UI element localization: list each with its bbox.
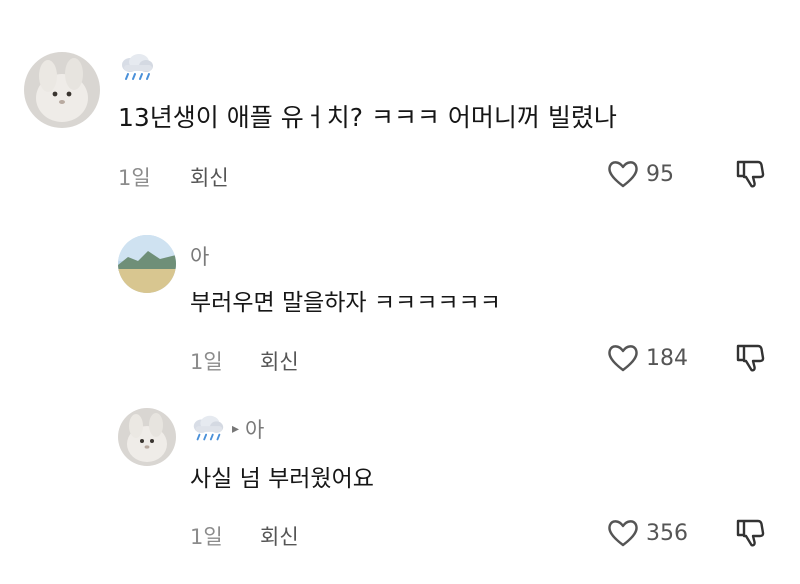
comment-username[interactable] (118, 54, 156, 82)
comment-username[interactable]: 아 (190, 241, 209, 271)
like-count: 184 (646, 345, 688, 371)
reply-to-username[interactable]: 아 (245, 414, 264, 444)
rain-cloud-icon (118, 54, 156, 82)
plush-bunny-avatar-image (118, 408, 176, 466)
dislike-button[interactable] (734, 158, 766, 190)
avatar[interactable] (118, 235, 176, 293)
dislike-button[interactable] (734, 342, 766, 374)
like-button[interactable]: 95 (606, 159, 674, 189)
landscape-avatar-image (118, 235, 176, 293)
comment-text: 13년생이 애플 유ㅓ치? ㅋㅋㅋ 어머니꺼 빌렸나 (118, 103, 617, 132)
comment-age: 1일 (118, 166, 151, 190)
rain-cloud-icon (190, 415, 226, 443)
like-button[interactable]: 184 (606, 343, 688, 373)
heart-outline-icon (606, 159, 640, 189)
comment-username[interactable]: ▸ 아 (190, 414, 264, 444)
avatar[interactable] (118, 408, 176, 466)
reply-button[interactable]: 회신 (190, 162, 229, 192)
plush-bunny-avatar-image (24, 52, 100, 128)
reply-button[interactable]: 회신 (260, 521, 299, 551)
thumbs-down-icon (734, 517, 766, 549)
comment-text: 사실 넘 부러웠어요 (190, 466, 374, 492)
like-count: 95 (646, 161, 674, 187)
reply-arrow-icon: ▸ (232, 421, 240, 437)
comment-age: 1일 (190, 350, 223, 374)
heart-outline-icon (606, 343, 640, 373)
reply-button[interactable]: 회신 (260, 346, 299, 376)
like-button[interactable]: 356 (606, 518, 688, 548)
thumbs-down-icon (734, 342, 766, 374)
like-count: 356 (646, 520, 688, 546)
heart-outline-icon (606, 518, 640, 548)
comment-text: 부러우면 말을하자 ㅋㅋㅋㅋㅋㅋ (190, 290, 501, 316)
avatar[interactable] (24, 52, 100, 128)
thumbs-down-icon (734, 158, 766, 190)
comment-age: 1일 (190, 525, 223, 549)
dislike-button[interactable] (734, 517, 766, 549)
